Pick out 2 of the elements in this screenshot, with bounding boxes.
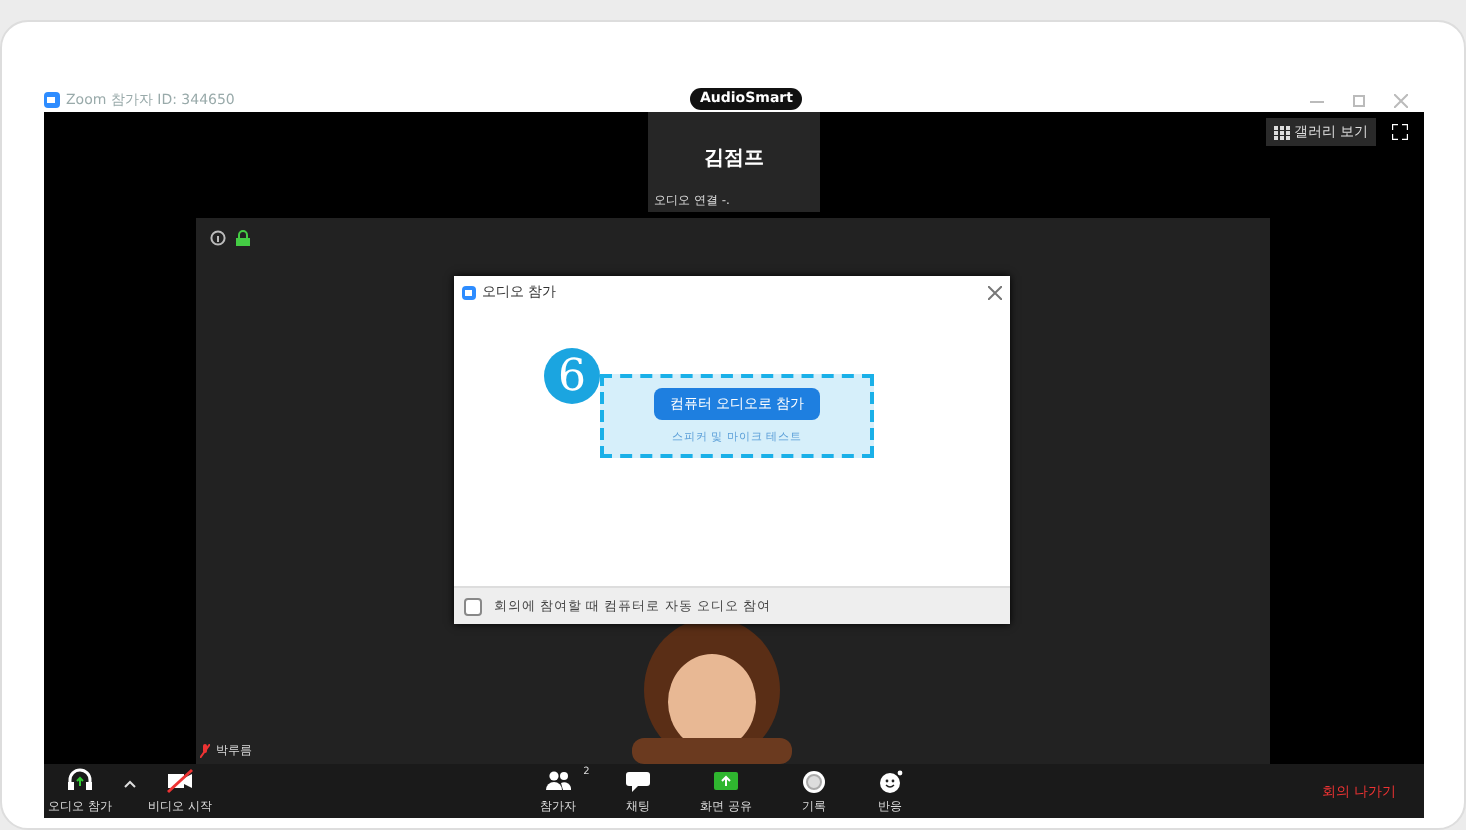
participant-name: 김점프 xyxy=(702,146,766,172)
step-number-badge: 6 xyxy=(544,348,600,404)
